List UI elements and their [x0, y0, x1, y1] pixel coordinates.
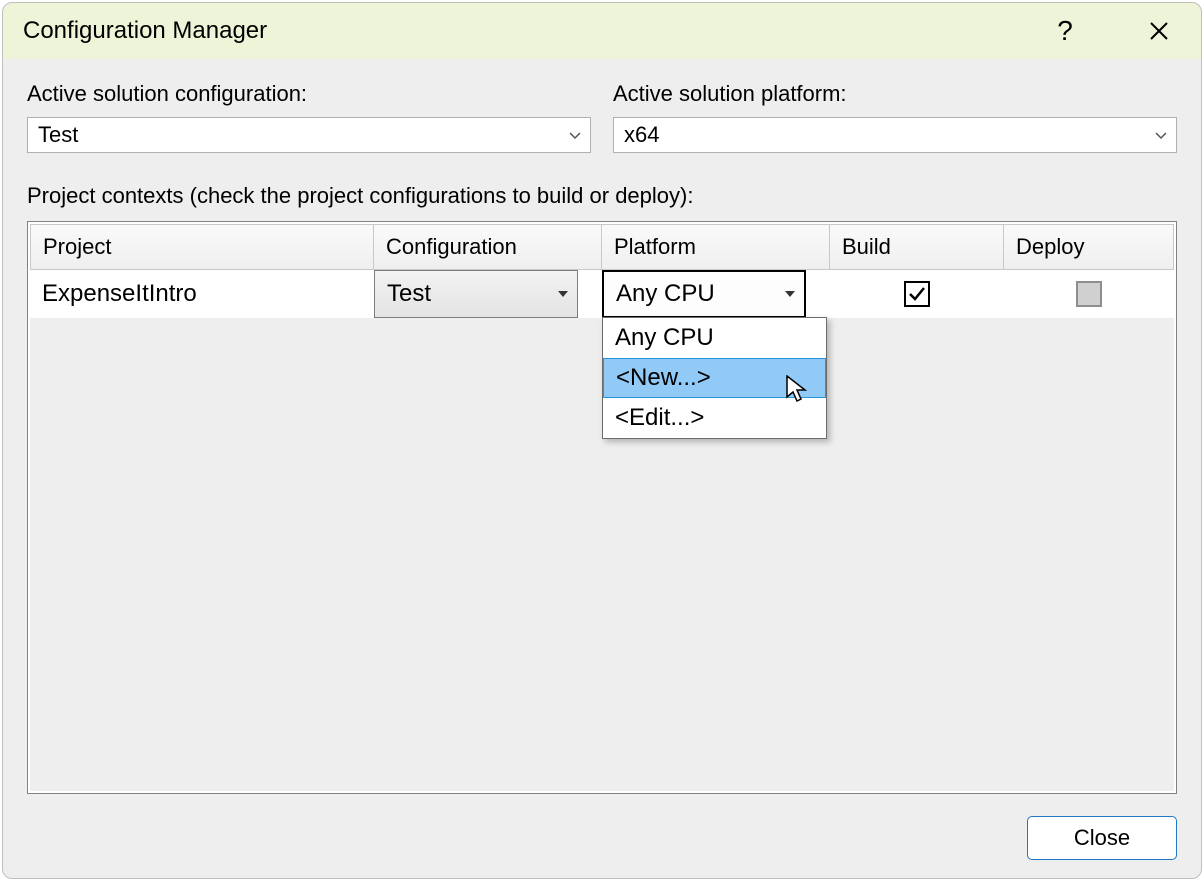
build-checkbox[interactable] [904, 281, 930, 307]
chevron-down-icon [568, 128, 582, 142]
dropdown-item-edit[interactable]: <Edit...> [603, 398, 826, 438]
grid-body: ExpenseItIntro Test Any CPU [30, 270, 1174, 791]
dialog-content: Active solution configuration: Test Acti… [3, 59, 1201, 878]
cell-deploy [1004, 270, 1174, 318]
solution-config-combobox[interactable]: Test [27, 117, 591, 153]
platform-combobox[interactable]: Any CPU [602, 270, 806, 318]
deploy-checkbox [1076, 281, 1102, 307]
project-contexts-label: Project contexts (check the project conf… [27, 183, 1177, 209]
solution-config-value: Test [38, 122, 568, 148]
table-row: ExpenseItIntro Test Any CPU [30, 270, 1174, 318]
platform-value: Any CPU [616, 280, 784, 308]
project-contexts-grid: Project Configuration Platform Build Dep… [27, 221, 1177, 794]
help-button[interactable]: ? [1043, 9, 1087, 53]
header-platform[interactable]: Platform [602, 224, 830, 270]
solution-platform-field: Active solution platform: x64 [613, 81, 1177, 153]
cell-platform: Any CPU [602, 270, 830, 318]
configuration-manager-dialog: Configuration Manager ? Active solution … [2, 2, 1202, 879]
solution-config-field: Active solution configuration: Test [27, 81, 591, 153]
header-configuration[interactable]: Configuration [374, 224, 602, 270]
solution-platform-value: x64 [624, 122, 1154, 148]
configuration-value: Test [387, 280, 557, 308]
solution-platform-combobox[interactable]: x64 [613, 117, 1177, 153]
grid-header: Project Configuration Platform Build Dep… [30, 224, 1174, 270]
header-build[interactable]: Build [830, 224, 1004, 270]
titlebar: Configuration Manager ? [3, 3, 1201, 59]
top-row: Active solution configuration: Test Acti… [27, 81, 1177, 153]
close-icon [1149, 21, 1169, 41]
platform-dropdown-popup: Any CPU <New...> <Edit...> [602, 317, 827, 439]
header-project[interactable]: Project [30, 224, 374, 270]
chevron-down-icon [784, 288, 796, 300]
cell-build [830, 270, 1004, 318]
configuration-combobox[interactable]: Test [374, 270, 578, 318]
chevron-down-icon [557, 288, 569, 300]
dropdown-item-any-cpu[interactable]: Any CPU [603, 318, 826, 358]
cell-project: ExpenseItIntro [30, 270, 374, 318]
cell-configuration: Test [374, 270, 602, 318]
header-deploy[interactable]: Deploy [1004, 224, 1174, 270]
close-button[interactable]: Close [1027, 816, 1177, 860]
dialog-title: Configuration Manager [23, 17, 993, 45]
close-window-button[interactable] [1137, 9, 1181, 53]
chevron-down-icon [1154, 128, 1168, 142]
check-icon [907, 284, 927, 304]
dropdown-item-new[interactable]: <New...> [603, 358, 826, 398]
solution-platform-label: Active solution platform: [613, 81, 1177, 107]
solution-config-label: Active solution configuration: [27, 81, 591, 107]
dialog-footer: Close [27, 794, 1177, 860]
